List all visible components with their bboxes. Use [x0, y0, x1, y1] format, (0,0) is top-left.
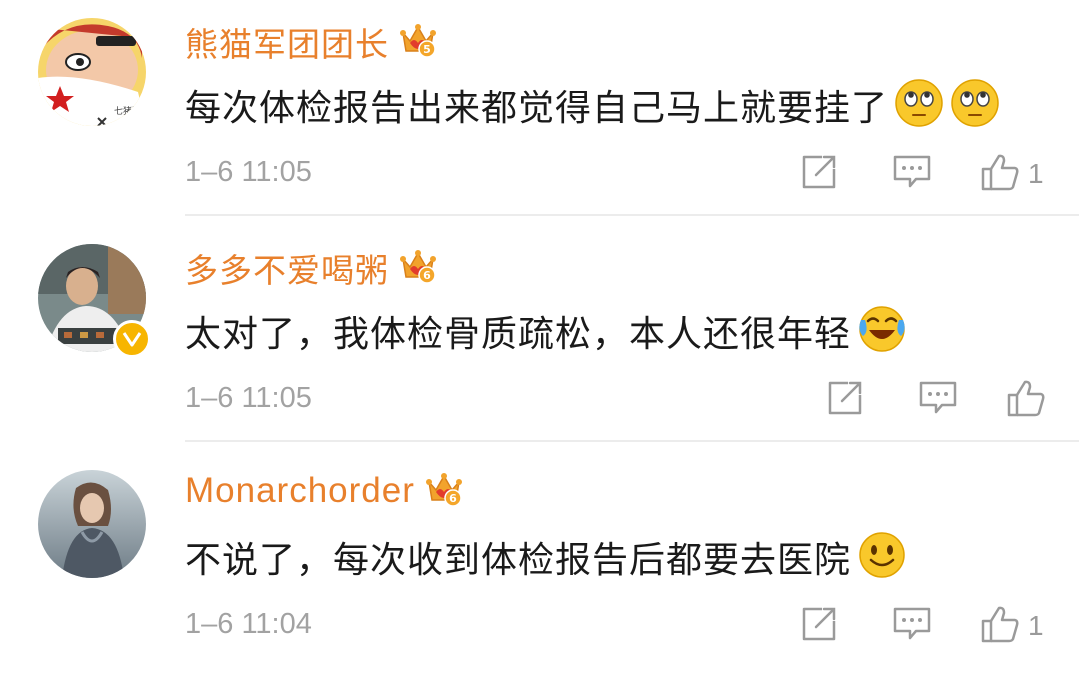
comment-item: 多多不爱喝粥 6 太对了，我体检骨质疏松，本人还很年轻 1–6 11:05 [0, 226, 1079, 452]
comment-timestamp: 1–6 11:04 [185, 608, 312, 640]
like-count: 1 [1028, 158, 1044, 189]
svg-text:6: 6 [423, 269, 431, 282]
comment-icon[interactable] [892, 605, 932, 647]
divider [185, 214, 1079, 216]
share-icon[interactable] [800, 605, 838, 647]
comment-timestamp: 1–6 11:05 [185, 156, 312, 188]
like-count: 1 [1028, 610, 1044, 641]
comment-icon[interactable] [892, 153, 932, 195]
laugh-cry-emoji-icon [857, 304, 907, 358]
comment-text: 不说了，每次收到体检报告后都要去医院 [185, 540, 852, 581]
share-icon[interactable] [800, 153, 838, 195]
username[interactable]: 熊猫军团团长 [185, 18, 389, 66]
smile-emoji-icon [857, 530, 907, 584]
avatar[interactable] [38, 470, 146, 578]
svg-text:七猪猫: 七猪猫 [114, 105, 141, 117]
like-thumbs-up-icon[interactable] [980, 152, 1020, 196]
svg-text:6: 6 [449, 492, 457, 505]
svg-text:5: 5 [423, 43, 431, 56]
comment-item: Monarchorder 6 不说了，每次收到体检报告后都要去医院 1–6 11… [0, 452, 1079, 678]
like-thumbs-up-icon[interactable] [1006, 378, 1046, 422]
comment-text: 太对了，我体检骨质疏松，本人还很年轻 [185, 314, 852, 355]
eye-roll-emoji-icon [894, 78, 944, 132]
username[interactable]: 多多不爱喝粥 [185, 244, 389, 292]
avatar[interactable]: 七猪猫 [38, 18, 146, 126]
comment-item: 七猪猫 熊猫军团团长 5 每次体检报告出来都觉得自己马上就要挂了 1–6 11:… [0, 0, 1079, 226]
comment-icon[interactable] [918, 379, 958, 421]
eye-roll-emoji-icon [950, 78, 1000, 132]
crown-level-badge-icon[interactable]: 5 [399, 21, 437, 63]
crown-level-badge-icon[interactable]: 6 [425, 470, 463, 512]
verified-badge-icon [113, 320, 151, 358]
divider [185, 440, 1079, 442]
comment-text: 每次体检报告出来都觉得自己马上就要挂了 [185, 88, 889, 129]
crown-level-badge-icon[interactable]: 6 [399, 247, 437, 289]
username[interactable]: Monarchorder [185, 471, 415, 511]
like-thumbs-up-icon[interactable] [980, 604, 1020, 648]
share-icon[interactable] [826, 379, 864, 421]
comment-timestamp: 1–6 11:05 [185, 382, 312, 414]
